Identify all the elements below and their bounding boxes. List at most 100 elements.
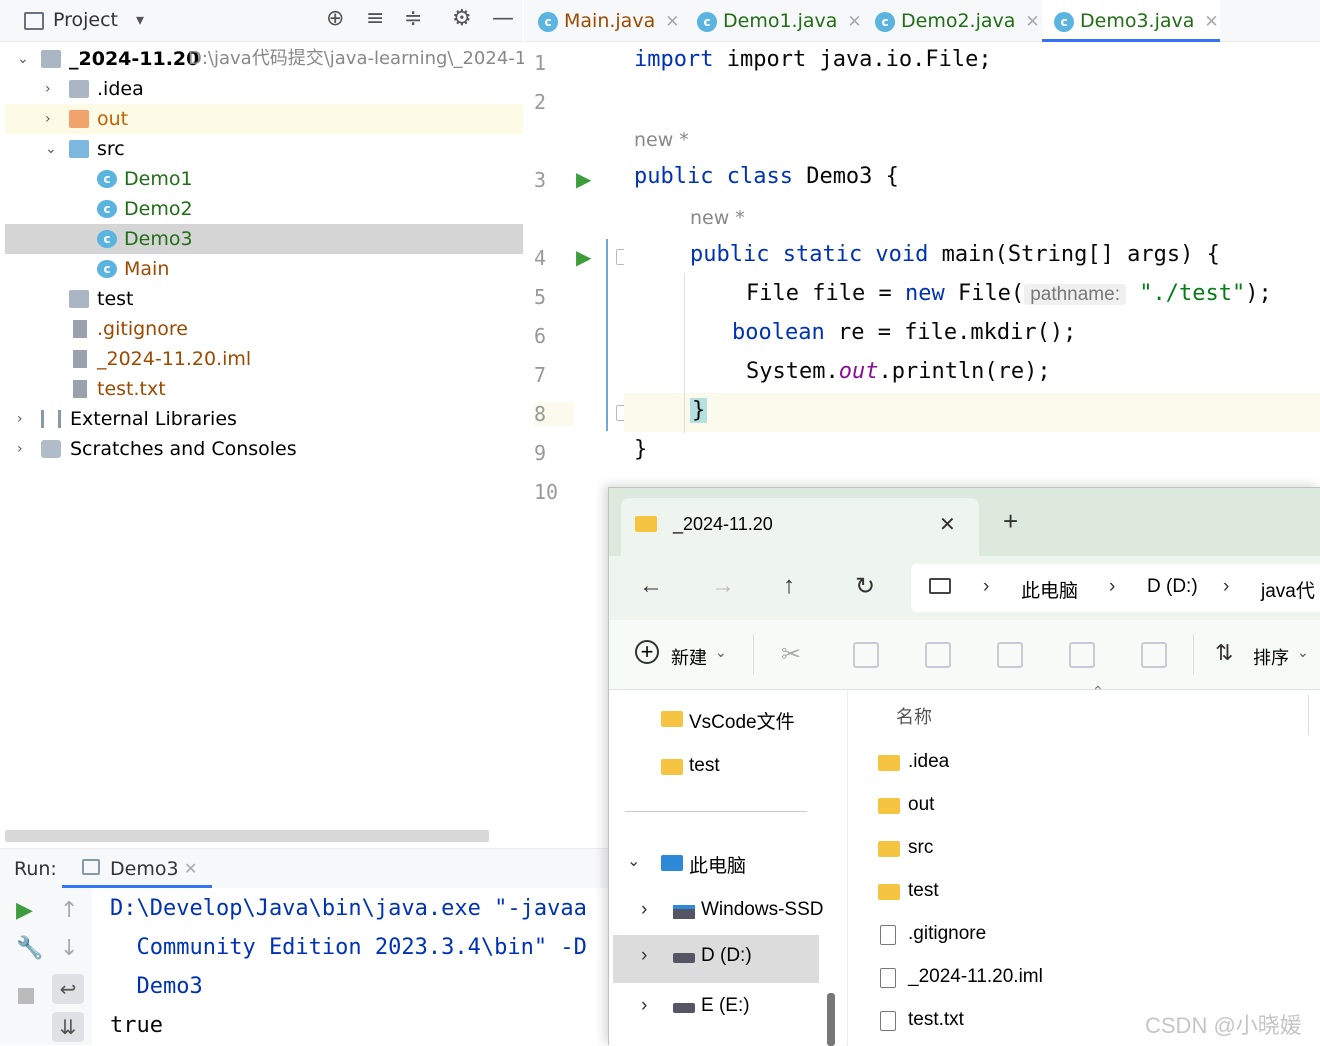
- chevron-right-icon[interactable]: ›: [17, 412, 31, 426]
- scroll-to-end-icon[interactable]: ⇊: [52, 1012, 84, 1042]
- locate-icon[interactable]: ⊕: [326, 6, 344, 31]
- tree-item-test[interactable]: test: [5, 284, 523, 314]
- nav-item-drive-d[interactable]: › D (D:): [613, 935, 819, 983]
- chevron-right-icon[interactable]: ›: [45, 82, 59, 96]
- close-icon[interactable]: ✕: [665, 12, 679, 32]
- chevron-down-icon[interactable]: ⌄: [1297, 644, 1309, 661]
- tree-item-demo2[interactable]: c Demo2: [5, 194, 523, 224]
- line-number: 1: [534, 51, 547, 75]
- tab-demo3-java[interactable]: c Demo3.java ✕: [1042, 0, 1220, 42]
- paste-icon[interactable]: [925, 642, 951, 668]
- chevron-down-icon[interactable]: ▾: [136, 10, 144, 29]
- tree-item-demo3[interactable]: c Demo3: [5, 224, 523, 254]
- rename-icon[interactable]: [997, 642, 1023, 668]
- console-output[interactable]: D:\Develop\Java\bin\java.exe "-javaa Com…: [92, 888, 610, 1045]
- breadcrumb-folder[interactable]: java代: [1261, 576, 1315, 603]
- stop-icon[interactable]: [18, 988, 34, 1004]
- close-icon[interactable]: ✕: [184, 859, 197, 878]
- folder-icon: [661, 711, 683, 727]
- folder-icon: [878, 884, 900, 900]
- nav-item-this-pc[interactable]: ⌄ 此电脑: [609, 847, 819, 883]
- cut-icon[interactable]: ✂: [781, 640, 801, 669]
- soft-wrap-icon[interactable]: ↩: [52, 974, 84, 1004]
- chevron-down-icon[interactable]: ⌄: [715, 644, 727, 661]
- back-icon[interactable]: ←: [639, 572, 663, 600]
- nav-scrollbar[interactable]: [827, 993, 835, 1046]
- file-row[interactable]: .gitignore: [872, 919, 1312, 955]
- minimize-icon[interactable]: —: [492, 6, 514, 31]
- close-icon[interactable]: ✕: [939, 512, 956, 537]
- nav-item-label: VsCode文件: [689, 712, 795, 733]
- close-icon[interactable]: ✕: [1204, 12, 1218, 32]
- chevron-down-icon[interactable]: ⌄: [45, 142, 59, 156]
- nav-item-vscode[interactable]: VsCode文件: [609, 703, 819, 739]
- chevron-right-icon[interactable]: ›: [641, 995, 647, 1017]
- tree-item-out[interactable]: › out: [5, 104, 523, 134]
- nav-item-drive-e[interactable]: › E (E:): [609, 991, 819, 1027]
- rerun-icon[interactable]: ▶: [16, 898, 33, 923]
- breadcrumb-this-pc[interactable]: 此电脑: [1021, 576, 1078, 603]
- scratches-icon: [41, 440, 61, 458]
- new-tab-icon[interactable]: +: [1003, 506, 1018, 537]
- tree-item-testtxt[interactable]: test.txt: [5, 374, 523, 404]
- explorer-tab[interactable]: _2024-11.20 ✕: [621, 498, 979, 556]
- tree-item-src[interactable]: ⌄ src: [5, 134, 523, 164]
- up-icon[interactable]: ↑: [783, 572, 795, 600]
- sort-button[interactable]: 排序: [1253, 644, 1289, 670]
- chevron-right-icon[interactable]: ›: [17, 442, 31, 456]
- tree-item-demo1[interactable]: c Demo1: [5, 164, 523, 194]
- project-title[interactable]: Project: [53, 9, 118, 31]
- breadcrumb-drive-d[interactable]: D (D:): [1147, 576, 1198, 598]
- nav-item-windows-ssd[interactable]: › Windows-SSD: [609, 895, 823, 931]
- sort-icon[interactable]: ⇅: [1215, 640, 1233, 666]
- arrow-up-icon[interactable]: ↑: [60, 898, 78, 923]
- tree-item-gitignore[interactable]: .gitignore: [5, 314, 523, 344]
- tree-item-external-libraries[interactable]: › External Libraries: [5, 404, 523, 434]
- file-row[interactable]: src: [872, 833, 1312, 869]
- address-bar[interactable]: › 此电脑 › D (D:) › java代: [911, 564, 1320, 612]
- chevron-right-icon[interactable]: ›: [641, 899, 647, 921]
- file-row[interactable]: .idea: [872, 747, 1312, 783]
- chevron-down-icon[interactable]: ⌄: [627, 851, 640, 871]
- run-class-icon[interactable]: ▶: [576, 167, 591, 191]
- refresh-icon[interactable]: ↻: [855, 572, 875, 601]
- tree-item-root[interactable]: ⌄ _2024-11.20 D:\java代码提交\java-learning\…: [5, 44, 538, 74]
- file-explorer-window: _2024-11.20 ✕ + ← → ↑ ↻ › 此电脑 › D (D:) ›…: [608, 487, 1320, 1046]
- copy-icon[interactable]: [853, 642, 879, 668]
- delete-icon[interactable]: [1141, 642, 1167, 668]
- close-icon[interactable]: ✕: [1025, 12, 1039, 32]
- chevron-right-icon[interactable]: ›: [45, 112, 59, 126]
- code-line-5: File file = new File(pathname: "./test")…: [746, 281, 1272, 306]
- tab-demo2-java[interactable]: c Demo2.java ✕: [875, 0, 1040, 42]
- forward-icon[interactable]: →: [711, 572, 735, 600]
- tab-main-java[interactable]: c Main.java ✕: [538, 0, 679, 42]
- expand-all-icon[interactable]: ≡: [366, 6, 384, 31]
- run-tab[interactable]: Demo3 ✕: [62, 849, 212, 888]
- column-header-name[interactable]: 名称: [896, 703, 932, 729]
- chevron-down-icon[interactable]: ⌄: [17, 52, 31, 66]
- new-button[interactable]: 新建: [671, 644, 707, 670]
- wrench-icon[interactable]: 🔧: [16, 936, 43, 961]
- new-plus-icon[interactable]: +: [635, 640, 659, 664]
- close-icon[interactable]: ✕: [847, 12, 861, 32]
- run-main-icon[interactable]: ▶: [576, 245, 591, 269]
- chevron-right-icon[interactable]: ›: [641, 945, 647, 967]
- gear-icon[interactable]: ⚙: [452, 6, 472, 31]
- arrow-down-icon[interactable]: ↓: [60, 936, 78, 961]
- horizontal-scrollbar[interactable]: [5, 830, 489, 842]
- tab-demo1-java[interactable]: c Demo1.java ✕: [697, 0, 862, 42]
- file-row[interactable]: _2024-11.20.iml: [872, 962, 1312, 998]
- tree-item-idea[interactable]: › .idea: [5, 74, 523, 104]
- file-row[interactable]: out: [872, 790, 1312, 826]
- tree-item-label: Demo1: [124, 168, 193, 190]
- tree-item-main[interactable]: c Main: [5, 254, 523, 284]
- file-row[interactable]: test: [872, 876, 1312, 912]
- project-view-icon[interactable]: [24, 12, 44, 30]
- file-name: .idea: [908, 751, 950, 772]
- nav-item-test[interactable]: test: [609, 751, 819, 787]
- tree-item-iml[interactable]: _2024-11.20.iml: [5, 344, 523, 374]
- share-icon[interactable]: [1069, 642, 1095, 668]
- collapse-all-icon[interactable]: ≑: [404, 6, 422, 31]
- tree-item-label: Main: [124, 258, 170, 280]
- tree-item-scratches[interactable]: › Scratches and Consoles: [5, 434, 523, 464]
